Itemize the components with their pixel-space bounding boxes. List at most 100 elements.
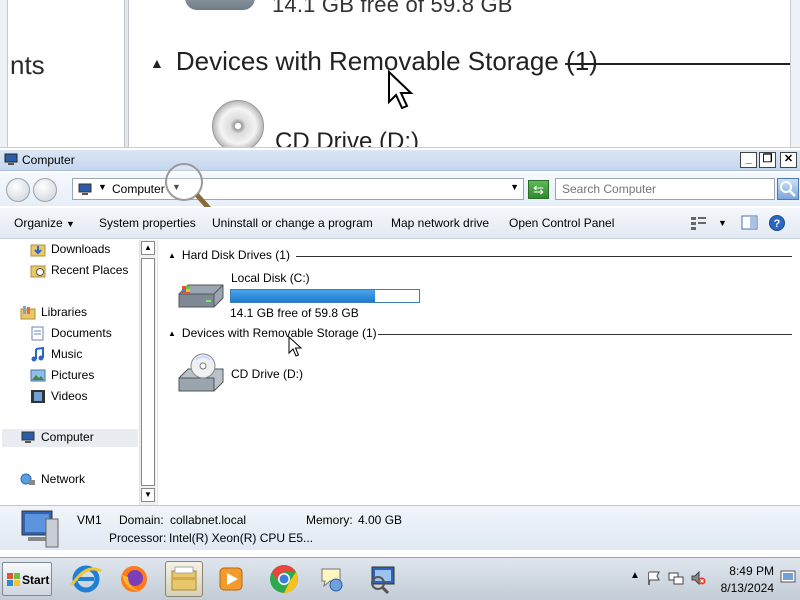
scroll-up-icon[interactable]: ▲ xyxy=(141,241,155,255)
mouse-cursor-icon xyxy=(288,336,302,357)
documents-icon xyxy=(31,326,44,341)
collapse-triangle-icon: ▲ xyxy=(168,251,176,260)
volume-muted-icon[interactable] xyxy=(690,570,706,586)
scroll-thumb[interactable] xyxy=(141,258,155,486)
address-box[interactable]: ▼ Computer ▼ ▼ xyxy=(72,178,524,200)
libraries-icon xyxy=(20,306,36,320)
action-center-flag-icon[interactable] xyxy=(646,570,662,586)
uninstall-program-button[interactable]: Uninstall or change a program xyxy=(212,216,373,230)
search-icon[interactable] xyxy=(777,178,799,200)
network-icon xyxy=(20,473,35,485)
magnified-drive-icon xyxy=(185,0,255,10)
computer-icon xyxy=(21,510,59,548)
group-divider-line xyxy=(296,256,792,257)
magnified-nav-text: nts xyxy=(10,50,45,80)
nav-label-recent-places: Recent Places xyxy=(51,263,129,277)
magnifier-view: 14.1 GB free of 59.8 GB nts ▲ Devices wit… xyxy=(0,0,800,148)
magnified-cd-label: CD Drive (D:) xyxy=(275,128,419,148)
breadcrumb-computer[interactable]: Computer xyxy=(112,182,165,196)
minimize-button[interactable]: _ xyxy=(740,152,757,168)
restore-button[interactable]: ❐ xyxy=(759,152,776,168)
windows-logo-icon xyxy=(7,573,20,586)
close-button[interactable]: ✕ xyxy=(780,152,797,168)
search-input[interactable] xyxy=(556,179,774,199)
computer-icon xyxy=(78,183,92,195)
window-title: Computer xyxy=(22,153,75,167)
system-properties-button[interactable]: System properties xyxy=(99,216,196,230)
collapse-triangle-icon: ▲ xyxy=(150,55,164,72)
taskbar-media-player[interactable] xyxy=(213,561,251,597)
taskbar-network-tool[interactable] xyxy=(364,561,402,597)
svg-text:?: ? xyxy=(774,218,781,230)
videos-icon xyxy=(31,390,45,403)
nav-item-computer[interactable]: Computer xyxy=(2,429,138,447)
taskbar-help-support[interactable] xyxy=(314,561,352,597)
organize-label: Organize xyxy=(14,216,63,230)
search-box[interactable] xyxy=(555,178,775,200)
internet-explorer-icon xyxy=(70,565,102,593)
removable-group-header[interactable]: ▲ Devices with Removable Storage (1) xyxy=(168,326,377,340)
magnified-group-line xyxy=(565,63,790,65)
show-hidden-icons-icon[interactable]: ▲ xyxy=(630,570,640,581)
computer-name: VM1 xyxy=(77,513,102,527)
hard-disk-group-label: Hard Disk Drives (1) xyxy=(181,248,290,262)
recent-places-icon xyxy=(30,265,46,278)
network-status-icon[interactable] xyxy=(668,570,684,586)
network-tool-icon xyxy=(371,566,395,595)
scroll-down-icon[interactable]: ▼ xyxy=(141,488,155,502)
domain-value: collabnet.local xyxy=(170,513,247,527)
cd-drive-label[interactable]: CD Drive (D:) xyxy=(231,367,303,381)
nav-scrollbar[interactable]: ▲ ▼ xyxy=(139,240,156,505)
firefox-icon xyxy=(121,566,147,592)
domain-label: Domain: xyxy=(119,513,164,527)
taskbar-internet-explorer[interactable] xyxy=(68,561,106,597)
removable-group-label: Devices with Removable Storage (1) xyxy=(181,326,377,340)
start-button[interactable]: Start xyxy=(2,562,52,596)
help-support-icon xyxy=(321,568,343,592)
taskbar-firefox[interactable] xyxy=(116,561,154,597)
magnified-free-space-text: 14.1 GB free of 59.8 GB xyxy=(272,0,513,17)
magnified-cd-icon xyxy=(212,100,264,147)
cd-drive-icon[interactable] xyxy=(176,352,226,396)
breadcrumb-chevron-icon[interactable]: ▼ xyxy=(98,182,107,192)
nav-label-computer: Computer xyxy=(41,430,94,444)
taskbar-file-explorer[interactable] xyxy=(165,561,203,597)
map-network-drive-button[interactable]: Map network drive xyxy=(391,216,489,230)
open-control-panel-button[interactable]: Open Control Panel xyxy=(509,216,614,230)
processor-label: Processor: xyxy=(109,531,167,545)
magnifier-pane-divider xyxy=(124,0,129,147)
nav-label-pictures: Pictures xyxy=(51,368,95,382)
refresh-button[interactable]: ⇆ xyxy=(528,180,549,199)
pictures-icon xyxy=(30,369,46,382)
collapse-triangle-icon: ▲ xyxy=(168,329,176,338)
preview-pane-icon[interactable] xyxy=(740,214,760,232)
taskbar-chrome[interactable] xyxy=(266,561,304,597)
back-button[interactable] xyxy=(6,178,30,202)
address-history-dropdown-icon[interactable]: ▼ xyxy=(510,182,519,192)
computer-window: Computer _ ❐ ✕ ▼ Computer ▼ ▼ ⇆ Organize… xyxy=(0,150,800,550)
chrome-icon xyxy=(270,565,298,593)
forward-button[interactable] xyxy=(33,178,57,202)
address-bar-row: ▼ Computer ▼ ▼ ⇆ xyxy=(0,163,800,216)
view-dropdown-icon[interactable]: ▼ xyxy=(718,218,727,228)
notification-area: ▲ 8:49 PM 8/13/2024 xyxy=(622,558,800,600)
chevron-down-icon: ▼ xyxy=(66,219,75,229)
processor-value: Intel(R) Xeon(R) CPU E5... xyxy=(169,531,314,545)
view-options-icon[interactable] xyxy=(689,214,709,232)
media-player-icon xyxy=(219,567,243,591)
clock-date[interactable]: 8/13/2024 xyxy=(718,581,774,595)
local-disk-icon[interactable] xyxy=(176,280,226,312)
title-bar[interactable]: Computer _ ❐ ✕ xyxy=(0,150,800,171)
start-label: Start xyxy=(22,573,50,587)
organize-button[interactable]: Organize ▼ xyxy=(14,216,75,230)
clock-time[interactable]: 8:49 PM xyxy=(726,564,774,578)
magnified-group-header: ▲ Devices with Removable Storage (1) xyxy=(150,46,598,77)
show-desktop-icon[interactable] xyxy=(780,568,796,588)
magnified-cursor-icon xyxy=(388,70,414,110)
folder-icon xyxy=(171,566,197,591)
computer-icon xyxy=(4,153,18,165)
help-icon[interactable]: ? xyxy=(767,214,787,232)
hard-disk-group-header[interactable]: ▲ Hard Disk Drives (1) xyxy=(168,248,290,262)
local-disk-label[interactable]: Local Disk (C:) xyxy=(231,271,310,285)
disk-capacity-bar xyxy=(230,289,420,303)
